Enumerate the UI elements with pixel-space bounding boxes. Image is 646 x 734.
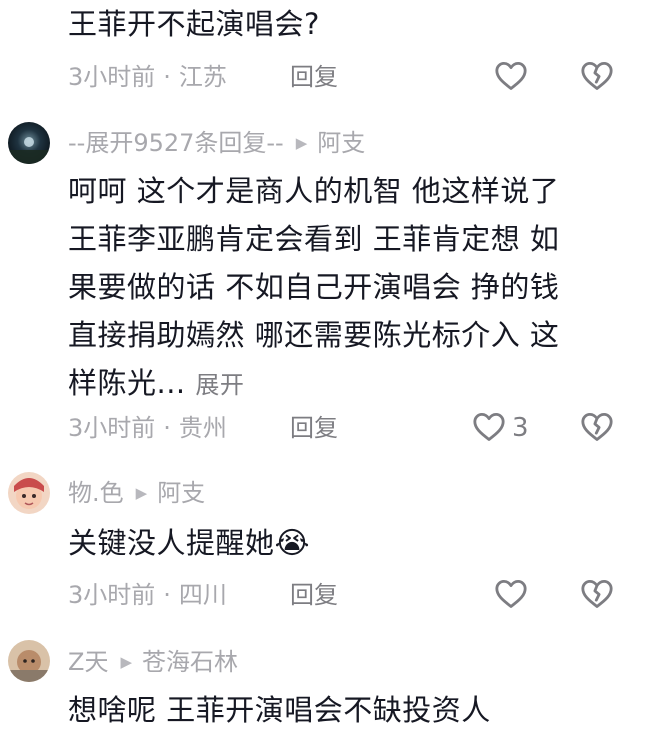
reply-to-username[interactable]: 阿支	[317, 128, 365, 158]
meta-separator: ·	[163, 414, 171, 442]
comment-line: 果要做的话 不如自己开演唱会 挣的钱	[68, 270, 560, 304]
broken-heart-icon[interactable]	[580, 577, 614, 609]
play-triangle-icon: ▶	[120, 653, 132, 671]
username[interactable]: Z天	[68, 647, 108, 677]
reply-button[interactable]: 回复	[290, 413, 338, 443]
expand-button[interactable]: 展开	[195, 371, 244, 399]
comment-text: 想啥呢 王菲开演唱会不缺投资人	[68, 693, 491, 727]
comment-line: 直接捐助嫣然 哪还需要陈光标介入 这	[68, 318, 560, 352]
heart-outline-icon[interactable]	[472, 410, 506, 442]
crying-emoji-icon: 😭	[274, 526, 311, 561]
like-count: 3	[512, 413, 529, 443]
play-triangle-icon: ▶	[135, 484, 148, 502]
comment-meta: 3小时前 · 贵州	[68, 413, 227, 443]
meta-separator: ·	[163, 63, 171, 91]
username[interactable]: 物.色	[68, 478, 124, 508]
avatar[interactable]	[8, 122, 50, 164]
comment-header: Z天 ▶ 苍海石林	[68, 647, 238, 677]
comment-line: 王菲李亚鹏肯定会看到 王菲肯定想 如	[68, 222, 560, 256]
avatar[interactable]	[8, 640, 50, 682]
play-triangle-icon: ▶	[295, 134, 308, 152]
reply-button[interactable]: 回复	[290, 62, 338, 92]
comment-meta: 3小时前 · 四川	[68, 580, 227, 610]
comment-time: 3小时前	[68, 63, 156, 91]
reply-button[interactable]: 回复	[290, 580, 338, 610]
comment-text: 呵呵 这个才是商人的机智 他这样说了 王菲李亚鹏肯定会看到 王菲肯定想 如 果要…	[68, 167, 638, 409]
comment-text: 王菲开不起演唱会?	[68, 7, 320, 41]
comment-meta: 3小时前 · 江苏	[68, 62, 227, 92]
username[interactable]: --展开9527条回复--	[68, 128, 284, 158]
comment-location: 四川	[178, 581, 227, 609]
reply-to-username[interactable]: 阿支	[157, 478, 205, 508]
comment-location: 贵州	[178, 414, 227, 442]
comment-header: 物.色 ▶ 阿支	[68, 478, 205, 508]
comment-time: 3小时前	[68, 414, 156, 442]
broken-heart-icon[interactable]	[580, 410, 614, 442]
comment-line-last: 样陈光... 展开	[68, 359, 638, 409]
comment-header: --展开9527条回复-- ▶ 阿支	[68, 128, 365, 158]
heart-outline-icon[interactable]	[494, 59, 528, 91]
avatar[interactable]	[8, 472, 50, 514]
broken-heart-icon[interactable]	[580, 59, 614, 91]
comment-line: 样陈光...	[68, 366, 186, 400]
comment-location: 江苏	[178, 63, 227, 91]
meta-separator: ·	[163, 581, 171, 609]
comment-line: 呵呵 这个才是商人的机智 他这样说了	[68, 174, 560, 208]
reply-to-username[interactable]: 苍海石林	[142, 647, 238, 677]
comment-time: 3小时前	[68, 581, 156, 609]
comment-text-body: 关键没人提醒她	[68, 526, 275, 560]
heart-outline-icon[interactable]	[494, 577, 528, 609]
comment-text: 关键没人提醒她😭	[68, 519, 310, 568]
